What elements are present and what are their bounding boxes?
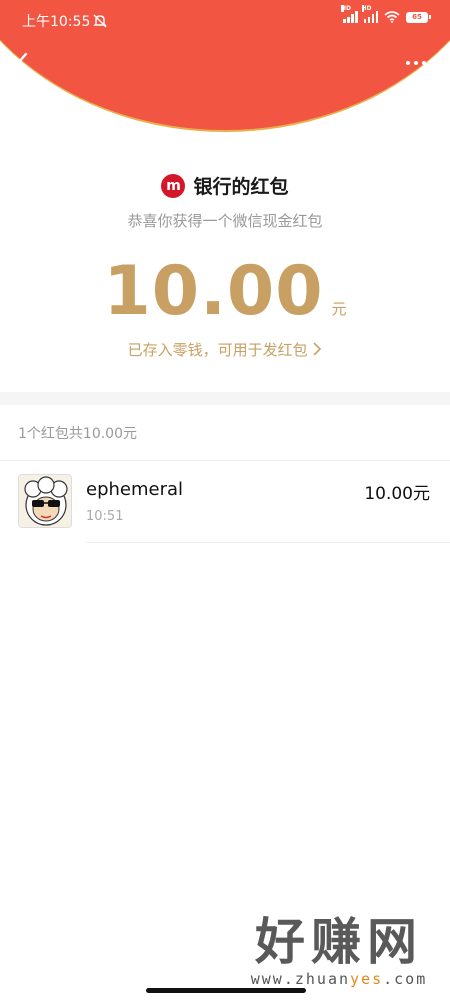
amount-display: 10.00 元	[0, 252, 450, 331]
status-bar: 上午10:55 HD HD 65	[0, 0, 450, 40]
deposit-link-label: 已存入零钱，可用于发红包	[127, 341, 308, 359]
chevron-right-icon	[313, 342, 322, 356]
amount-unit: 元	[331, 300, 347, 318]
back-button[interactable]	[8, 48, 38, 78]
greeting-text: 恭喜你获得一个微信现金红包	[127, 212, 323, 230]
sender-name: 银行的红包	[193, 176, 289, 198]
alarm-off-icon	[93, 14, 108, 28]
record-name: ephemeral	[86, 479, 184, 500]
record-divider	[86, 542, 450, 543]
watermark: 好赚网 www.zhuanyes.com	[234, 912, 444, 988]
record-time: 10:51	[86, 509, 124, 524]
amount-value: 10.00	[103, 252, 324, 331]
home-indicator[interactable]	[146, 988, 306, 993]
battery-icon: 65	[406, 11, 431, 23]
signal-icon: HD	[361, 5, 378, 23]
avatar[interactable]	[18, 474, 72, 528]
chevron-left-icon	[16, 52, 28, 74]
clock-text: 上午10:55	[22, 14, 91, 30]
deposit-link[interactable]: 已存入零钱，可用于发红包	[0, 339, 450, 360]
wifi-icon	[384, 11, 400, 23]
bank-logo-icon: m	[161, 173, 186, 198]
more-button[interactable]	[406, 55, 432, 71]
sender-row: m 银行的红包	[0, 172, 450, 199]
more-dots-icon	[406, 61, 410, 65]
list-summary: 1个红包共10.00元	[0, 405, 450, 461]
watermark-title: 好赚网	[255, 913, 423, 971]
watermark-url: www.zhuanyes.com	[250, 970, 428, 988]
avatar-image	[19, 475, 71, 527]
status-icons: HD HD 65	[341, 5, 431, 23]
record-amount: 10.00元	[364, 484, 430, 504]
signal-icon: HD	[341, 5, 358, 23]
status-time: 上午10:55	[22, 11, 108, 31]
header: 上午10:55 HD HD 65	[0, 0, 450, 140]
